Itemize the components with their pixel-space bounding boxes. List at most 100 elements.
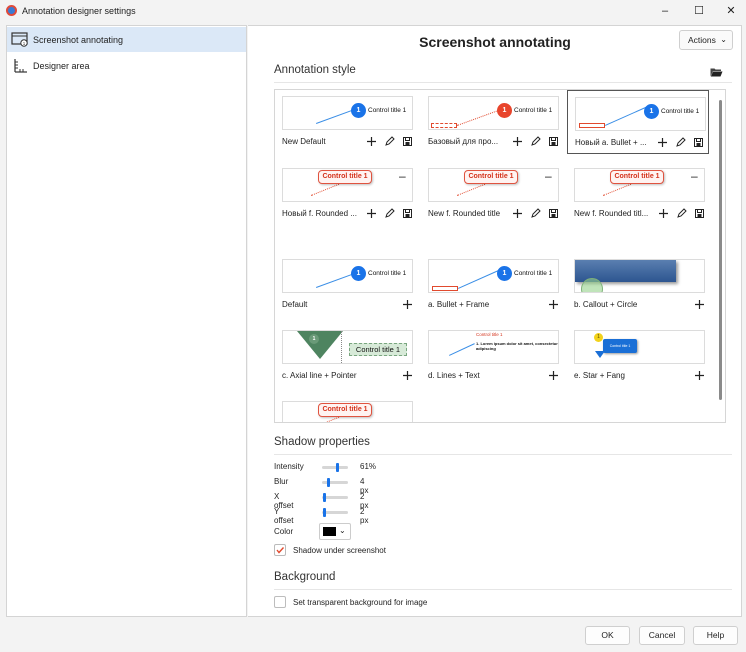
style-name: d. Lines + Text	[428, 371, 480, 380]
add-icon[interactable]	[366, 208, 377, 219]
add-icon[interactable]	[548, 370, 559, 381]
transparent-background-checkbox[interactable]	[274, 596, 286, 608]
save-icon[interactable]	[548, 208, 559, 219]
slider-thumb[interactable]	[327, 478, 330, 487]
style-card-base[interactable]: 1 Control title 1 Базовый для про...	[421, 90, 563, 154]
style-name: New f. Rounded title	[428, 209, 501, 218]
style-name: Новый f. Rounded ...	[282, 209, 357, 218]
style-name: Новый a. Bullet + ...	[575, 138, 647, 147]
preview-label: Control title 1	[368, 270, 407, 277]
preview-label: Control title 1	[464, 170, 518, 184]
preview-label: Control title 1	[318, 403, 372, 417]
preview-label: Control title 1	[318, 170, 372, 184]
scrollbar-thumb[interactable]	[719, 100, 722, 400]
add-icon[interactable]	[548, 299, 559, 310]
maximize-button[interactable]: ☐	[684, 2, 714, 20]
edit-icon[interactable]	[530, 135, 541, 147]
add-icon[interactable]	[366, 136, 377, 147]
y-offset-slider[interactable]	[322, 508, 348, 517]
preview-badge: 1	[351, 103, 366, 118]
close-button[interactable]: ✕	[716, 2, 746, 20]
x-offset-slider[interactable]	[322, 493, 348, 502]
actions-label: Actions	[688, 35, 716, 45]
main-panel: Screenshot annotating Actions ⌄ Annotati…	[248, 25, 742, 617]
style-preview: Control title 1 –	[428, 168, 559, 202]
edit-icon[interactable]	[675, 136, 686, 148]
save-icon[interactable]	[694, 208, 705, 219]
add-icon[interactable]	[694, 370, 705, 381]
add-icon[interactable]	[694, 299, 705, 310]
style-card-star-fang[interactable]: Control title 1 1 e. Star + Fang	[567, 324, 709, 388]
style-card-rounded-partial[interactable]: Control title 1	[275, 395, 417, 422]
collapse-icon[interactable]: –	[691, 169, 698, 183]
preview-label: Control title 1	[603, 339, 637, 353]
slider-thumb[interactable]	[323, 508, 326, 517]
blur-slider[interactable]	[322, 478, 348, 487]
style-preview: Control title 1 1. Lorem ipsum dolor sit…	[428, 330, 559, 364]
add-icon[interactable]	[402, 370, 413, 381]
cancel-button[interactable]: Cancel	[639, 626, 685, 645]
edit-icon[interactable]	[530, 207, 541, 219]
style-preview: Control title 1 –	[574, 168, 705, 202]
sidebar-item-screenshot-annotating[interactable]: 1 Screenshot annotating	[7, 27, 246, 52]
add-icon[interactable]	[512, 208, 523, 219]
folder-open-icon[interactable]	[710, 67, 723, 77]
help-button[interactable]: Help	[693, 626, 738, 645]
add-icon[interactable]	[658, 208, 669, 219]
style-name: b. Callout + Circle	[574, 300, 638, 309]
shadow-under-screenshot-checkbox[interactable]	[274, 544, 286, 556]
style-preview: 1 Control title 1	[428, 259, 559, 293]
style-card-new-default[interactable]: 1 Control title 1 New Default	[275, 90, 417, 154]
connector-line	[457, 183, 486, 196]
transparent-background-label: Set transparent background for image	[293, 598, 428, 607]
actions-button[interactable]: Actions ⌄	[679, 30, 733, 50]
sidebar-item-designer-area[interactable]: Designer area	[7, 53, 246, 78]
save-icon[interactable]	[548, 136, 559, 147]
save-icon[interactable]	[402, 136, 413, 147]
style-preview: Control title 1	[282, 401, 413, 422]
preview-badge: 1	[497, 103, 512, 118]
add-icon[interactable]	[657, 137, 668, 148]
y-offset-value: 2 px	[360, 507, 369, 525]
collapse-icon[interactable]: –	[545, 169, 552, 183]
star-badge: 1	[594, 333, 603, 342]
add-icon[interactable]	[402, 299, 413, 310]
annotation-style-heading: Annotation style	[274, 64, 356, 76]
slider-thumb[interactable]	[323, 493, 326, 502]
save-icon[interactable]	[693, 137, 704, 148]
style-card-bullet-frame[interactable]: 1 Control title 1 a. Bullet + Frame	[421, 253, 563, 317]
minimize-button[interactable]: –	[650, 2, 680, 20]
fang-shape	[595, 351, 605, 358]
style-card-rounded-ru[interactable]: Control title 1 – Новый f. Rounded ...	[275, 162, 417, 226]
divider	[274, 454, 732, 455]
chevron-down-icon: ⌄	[339, 526, 346, 535]
style-card-rounded-title-2[interactable]: Control title 1 – New f. Rounded titl...	[567, 162, 709, 226]
preview-text: 1. Lorem ipsum dolor sit amet, consectet…	[476, 341, 558, 351]
style-card-lines-text[interactable]: Control title 1 1. Lorem ipsum dolor sit…	[421, 324, 563, 388]
save-icon[interactable]	[402, 208, 413, 219]
checkmark-icon	[276, 547, 285, 554]
ok-button[interactable]: OK	[585, 626, 630, 645]
sidebar: 1 Screenshot annotating Designer area	[6, 25, 247, 617]
style-card-callout-circle[interactable]: b. Callout + Circle	[567, 253, 709, 317]
slider-thumb[interactable]	[336, 463, 339, 472]
add-icon[interactable]	[512, 136, 523, 147]
style-name: c. Axial line + Pointer	[282, 371, 357, 380]
style-card-bullet-frame-ru[interactable]: 1 Control title 1 Новый a. Bullet + ...	[567, 90, 709, 154]
style-card-default[interactable]: 1 Control title 1 Default	[275, 253, 417, 317]
edit-icon[interactable]	[384, 207, 395, 219]
intensity-slider[interactable]	[322, 463, 348, 472]
designer-area-icon	[14, 59, 27, 73]
preview-label: Control title 1	[368, 107, 407, 114]
style-card-axial-pointer[interactable]: 1 Control title 1 c. Axial line + Pointe…	[275, 324, 417, 388]
edit-icon[interactable]	[676, 207, 687, 219]
collapse-icon[interactable]: –	[399, 169, 406, 183]
preview-frame	[432, 286, 458, 291]
edit-icon[interactable]	[384, 135, 395, 147]
shadow-color-picker[interactable]: ⌄	[319, 523, 351, 540]
connector-line	[449, 343, 475, 356]
divider	[274, 589, 732, 590]
style-card-rounded-title[interactable]: Control title 1 – New f. Rounded title	[421, 162, 563, 226]
shadow-under-screenshot-label: Shadow under screenshot	[293, 546, 386, 555]
circle-shape	[581, 278, 603, 292]
